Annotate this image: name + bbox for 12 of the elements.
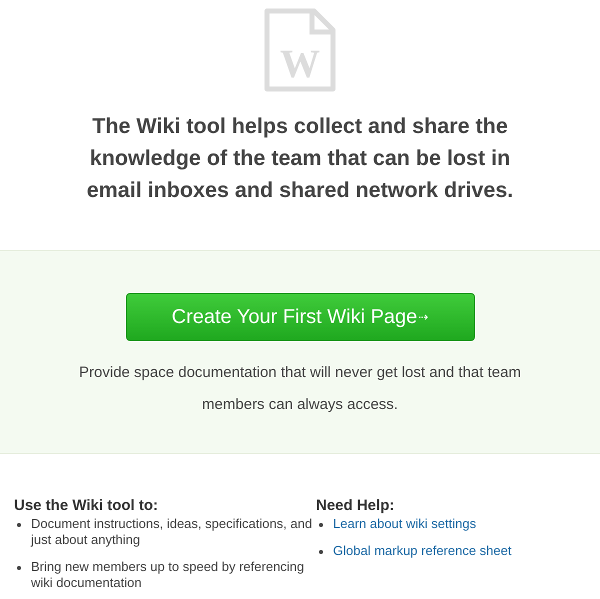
help-link[interactable]: Global markup reference sheet [333,543,512,559]
description-text: Provide space documentation that will never get lost and that team members can always access. [78,363,522,415]
bullet-icon [319,523,323,527]
bullet-icon [17,523,21,527]
section-heading: Need Help: [316,498,396,514]
bullet-icon [319,550,323,554]
section-heading: Use the Wiki tool to: [14,498,160,514]
bullet-icon [17,566,21,570]
list-item-text: Bring new members up to speed by referencing wiki documentation [31,559,306,591]
help-link[interactable]: Learn about wiki settings [333,516,476,532]
intro-text: The Wiki tool helps collect and share the knowledge of the team that can be lost in email inboxes and shared network drives. [86,113,514,204]
list-item-text: Document instructions, ideas, specifications, and just about anything [31,516,314,548]
